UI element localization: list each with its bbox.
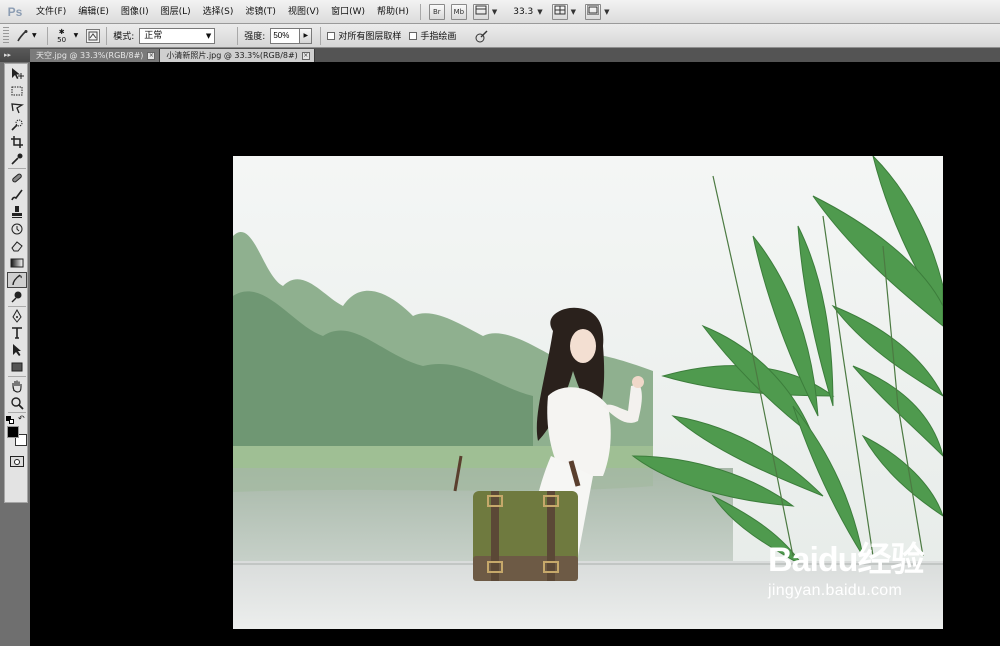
menu-divider bbox=[419, 3, 421, 20]
quick-mask-icon[interactable] bbox=[10, 456, 24, 467]
dodge-tool-icon[interactable] bbox=[7, 289, 27, 305]
chevron-down-icon[interactable]: ▼ bbox=[32, 32, 37, 39]
close-icon[interactable]: × bbox=[147, 51, 156, 60]
pen-tool-icon[interactable] bbox=[7, 308, 27, 324]
healing-brush-tool-icon[interactable] bbox=[7, 170, 27, 186]
toolbox-divider bbox=[8, 376, 26, 377]
swap-colors-icon[interactable]: ↶ bbox=[18, 415, 25, 423]
path-select-tool-icon[interactable] bbox=[7, 342, 27, 358]
toolbox-divider bbox=[8, 412, 26, 413]
hand-tool-icon[interactable] bbox=[7, 378, 27, 394]
chevron-down-icon[interactable]: ▼ bbox=[537, 8, 542, 16]
menu-select[interactable]: 选择(S) bbox=[197, 0, 240, 24]
options-divider bbox=[106, 26, 108, 45]
brush-dot-icon: ✱ bbox=[58, 27, 65, 36]
eyedropper-tool-icon[interactable] bbox=[7, 151, 27, 167]
brush-size-value: 50 bbox=[57, 35, 67, 44]
quick-select-tool-icon[interactable] bbox=[7, 117, 27, 133]
tab-label: 小清新照片.jpg @ 33.3%(RGB/8#) bbox=[166, 51, 298, 60]
type-tool-icon[interactable] bbox=[7, 325, 27, 341]
strength-slider-toggle[interactable]: ▶ bbox=[300, 27, 313, 44]
toolbox: ↶ bbox=[4, 63, 28, 503]
finger-painting-option[interactable]: 手指绘画 bbox=[409, 29, 456, 42]
watermark-url: jingyan.baidu.com bbox=[768, 582, 903, 599]
menu-help[interactable]: 帮助(H) bbox=[371, 0, 415, 24]
mini-bridge-button[interactable]: Mb bbox=[450, 3, 467, 20]
eraser-tool-icon[interactable] bbox=[7, 238, 27, 254]
foreground-color-swatch[interactable] bbox=[7, 426, 19, 438]
bridge-button[interactable]: Br bbox=[428, 3, 445, 20]
mode-value: 正常 bbox=[144, 30, 163, 41]
pressure-icon[interactable] bbox=[474, 28, 490, 44]
sample-all-layers-checkbox[interactable] bbox=[327, 31, 336, 40]
menu-filter[interactable]: 滤镜(T) bbox=[239, 0, 282, 24]
mode-select[interactable]: 正常 ▼ bbox=[139, 27, 216, 44]
zoom-tool-icon[interactable] bbox=[7, 395, 27, 411]
shape-tool-icon[interactable] bbox=[7, 359, 27, 375]
strength-input[interactable] bbox=[270, 27, 301, 44]
crop-tool-icon[interactable] bbox=[7, 134, 27, 150]
options-divider bbox=[237, 26, 239, 45]
strength-label: 强度: bbox=[244, 32, 266, 42]
chevron-down-icon[interactable]: ▼ bbox=[492, 8, 497, 16]
toolbox-divider bbox=[8, 306, 26, 307]
sample-all-layers-label: 对所有图层取样 bbox=[338, 32, 402, 42]
tab-label: 天空.jpg @ 33.3%(RGB/8#) bbox=[36, 51, 144, 60]
chevron-down-icon[interactable]: ▼ bbox=[74, 32, 79, 39]
brush-picker[interactable]: ✱ 50 bbox=[54, 28, 70, 44]
screen-mode-icon[interactable] bbox=[585, 3, 602, 20]
tab-sky-jpg[interactable]: 天空.jpg @ 33.3%(RGB/8#) × bbox=[30, 49, 161, 62]
menu-bar: Ps 文件(F) 编辑(E) 图像(I) 图层(L) 选择(S) 滤镜(T) 视… bbox=[0, 0, 1000, 24]
baidu-jingyan-watermark: Baidu经验 jingyan.baidu.com bbox=[768, 540, 948, 630]
menu-file[interactable]: 文件(F) bbox=[30, 0, 72, 24]
document-tabs: 天空.jpg @ 33.3%(RGB/8#) × 小清新照片.jpg @ 33.… bbox=[30, 48, 1000, 62]
brush-tool-icon[interactable] bbox=[7, 187, 27, 203]
finger-painting-checkbox[interactable] bbox=[409, 31, 418, 40]
chevron-down-icon[interactable]: ▼ bbox=[604, 8, 609, 16]
menu-layer[interactable]: 图层(L) bbox=[155, 0, 197, 24]
lasso-tool-icon[interactable] bbox=[7, 100, 27, 116]
menu-edit[interactable]: 编辑(E) bbox=[72, 0, 115, 24]
zoom-level[interactable]: 33.3 bbox=[513, 7, 533, 17]
clone-stamp-tool-icon[interactable] bbox=[7, 204, 27, 220]
tab-fresh-photo-jpg[interactable]: 小清新照片.jpg @ 33.3%(RGB/8#) × bbox=[160, 49, 315, 62]
view-extras-icon[interactable] bbox=[472, 3, 489, 20]
marquee-tool-icon[interactable] bbox=[7, 83, 27, 99]
arrange-documents-icon[interactable] bbox=[551, 3, 568, 20]
menu-window[interactable]: 窗口(W) bbox=[325, 0, 371, 24]
chevron-down-icon[interactable]: ▼ bbox=[571, 8, 576, 16]
options-divider bbox=[46, 26, 48, 45]
menu-view[interactable]: 视图(V) bbox=[282, 0, 325, 24]
tool-preset-icon[interactable] bbox=[12, 27, 32, 45]
brush-panel-toggle-icon[interactable] bbox=[86, 28, 101, 43]
options-bar: ▼ ✱ 50 ▼ 模式: 正常 ▼ 强度: ▶ 对所有图层取样 手指绘画 bbox=[0, 24, 1000, 48]
mode-label: 模式: bbox=[113, 32, 135, 42]
gradient-tool-icon[interactable] bbox=[7, 255, 27, 271]
move-tool-icon[interactable] bbox=[7, 66, 27, 82]
menu-image[interactable]: 图像(I) bbox=[115, 0, 155, 24]
app-logo: Ps bbox=[7, 4, 23, 19]
watermark-logo: Baidu经验 bbox=[768, 541, 924, 579]
smudge-tool-icon[interactable] bbox=[7, 272, 27, 288]
close-icon[interactable]: × bbox=[301, 51, 310, 60]
sample-all-layers-option[interactable]: 对所有图层取样 bbox=[327, 29, 401, 42]
tools-panel: ▸▸ ↶ bbox=[0, 48, 30, 646]
options-divider bbox=[320, 26, 322, 45]
toolbox-divider bbox=[8, 168, 26, 169]
history-brush-tool-icon[interactable] bbox=[7, 221, 27, 237]
chevron-down-icon: ▼ bbox=[205, 31, 212, 40]
options-grip[interactable] bbox=[3, 26, 9, 45]
tools-panel-header[interactable]: ▸▸ bbox=[0, 48, 30, 62]
finger-painting-label: 手指绘画 bbox=[420, 32, 457, 42]
default-colors-icon[interactable] bbox=[6, 416, 14, 424]
